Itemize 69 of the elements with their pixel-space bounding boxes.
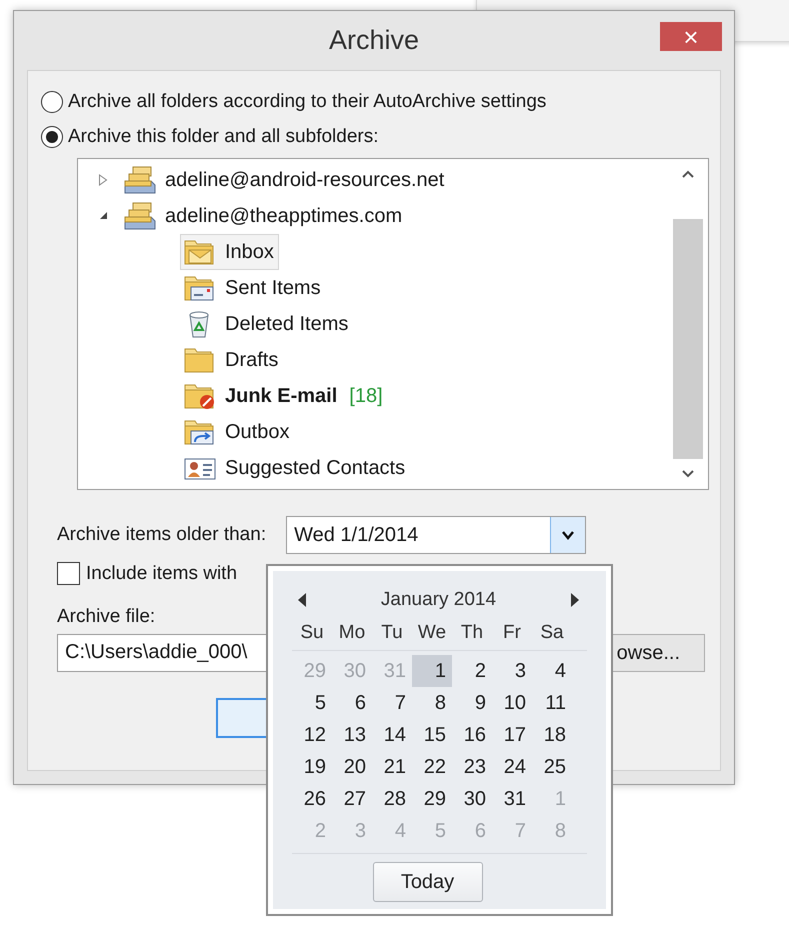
calendar-day[interactable]: 30 <box>452 783 492 815</box>
folder-item[interactable]: Sent Items <box>180 270 326 306</box>
radio-button[interactable] <box>41 126 63 148</box>
folder-item[interactable]: Suggested Contacts <box>180 450 410 486</box>
weekday-label: Th <box>460 621 484 645</box>
calendar-day[interactable]: 18 <box>532 719 572 751</box>
calendar-day[interactable]: 31 <box>492 783 532 815</box>
calendar-day[interactable]: 28 <box>372 783 412 815</box>
folder-item[interactable]: Deleted Items <box>180 306 354 342</box>
calendar-day[interactable]: 6 <box>332 687 372 719</box>
month-title: January 2014 <box>380 589 496 611</box>
weekday-label: Fr <box>502 621 522 645</box>
folder-item[interactable]: adeline@theapptimes.com <box>120 198 408 234</box>
folder-item[interactable]: Drafts <box>180 342 284 378</box>
older-than-label: Archive items older than: <box>57 524 266 546</box>
folder-item[interactable]: Inbox <box>180 234 279 270</box>
calendar-day[interactable]: 19 <box>292 751 332 783</box>
calendar-day[interactable]: 12 <box>292 719 332 751</box>
weekday-label: We <box>416 621 448 645</box>
calendar-day[interactable]: 29 <box>412 783 452 815</box>
radio-label[interactable]: Archive this folder and all subfolders: <box>68 126 378 148</box>
next-month-icon[interactable] <box>569 591 581 609</box>
weekday-label: Mo <box>338 621 366 645</box>
calendar-day[interactable]: 7 <box>372 687 412 719</box>
calendar-day[interactable]: 22 <box>412 751 452 783</box>
date-field[interactable]: Wed 1/1/2014 <box>286 516 586 554</box>
expand-icon[interactable] <box>98 174 108 186</box>
checkbox-label[interactable]: Include items with <box>86 562 238 584</box>
weekday-label: Su <box>299 621 325 645</box>
calendar-day[interactable]: 2 <box>452 655 492 687</box>
calendar-day[interactable]: 25 <box>532 751 572 783</box>
calendar-day[interactable]: 5 <box>292 687 332 719</box>
archive-file-label: Archive file: <box>57 606 156 628</box>
calendar-day[interactable]: 10 <box>492 687 532 719</box>
mailbox-icon <box>123 201 157 231</box>
checkbox[interactable] <box>57 562 80 585</box>
calendar-day[interactable]: 11 <box>532 687 572 719</box>
scroll-up-icon[interactable] <box>681 169 695 179</box>
weekday-label: Tu <box>380 621 404 645</box>
folder-item[interactable]: Junk E-mail [18] <box>180 378 388 414</box>
calendar-day[interactable]: 9 <box>452 687 492 719</box>
calendar-day[interactable]: 17 <box>492 719 532 751</box>
calendar-day[interactable]: 21 <box>372 751 412 783</box>
dropdown-button[interactable] <box>550 517 586 553</box>
calendar-day[interactable]: 13 <box>332 719 372 751</box>
collapse-icon[interactable] <box>98 210 108 220</box>
calendar-day[interactable]: 26 <box>292 783 332 815</box>
mailbox-icon <box>123 165 157 195</box>
folder-item[interactable]: Outbox <box>180 414 294 450</box>
radio-button[interactable] <box>41 91 63 113</box>
close-button[interactable]: × <box>660 22 722 51</box>
radio-label[interactable]: Archive all folders according to their AutoArchive settings <box>68 91 546 113</box>
calendar-day[interactable]: 16 <box>452 719 492 751</box>
previous-month-icon[interactable] <box>296 591 308 609</box>
calendar-day[interactable]: 8 <box>412 687 452 719</box>
today-button[interactable]: Today <box>372 862 482 902</box>
calendar-day[interactable]: 23 <box>452 751 492 783</box>
calendar-day[interactable]: 20 <box>332 751 372 783</box>
caret-icon <box>560 529 576 541</box>
calendar-day[interactable]: 27 <box>332 783 372 815</box>
unread-count: [18] <box>349 384 383 408</box>
calendar-day[interactable]: 15 <box>412 719 452 751</box>
folder-item[interactable]: adeline@android-resources.net <box>120 162 450 198</box>
calendar-day[interactable]: 14 <box>372 719 412 751</box>
calendar-day[interactable]: 1 <box>412 655 452 687</box>
scroll-down-icon[interactable] <box>681 469 695 479</box>
calendar-day[interactable]: 3 <box>492 655 532 687</box>
window-title: Archive <box>328 24 420 56</box>
calendar-day[interactable]: 24 <box>492 751 532 783</box>
